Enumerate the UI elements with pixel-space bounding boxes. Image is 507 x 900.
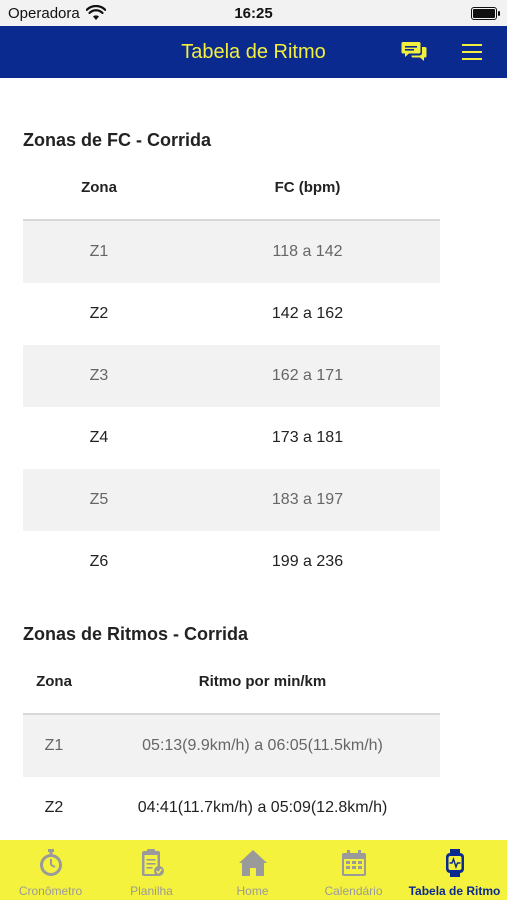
tab-planilha[interactable]: Planilha bbox=[101, 840, 202, 900]
battery-icon bbox=[471, 7, 500, 20]
ritmo-section-title: Zonas de Ritmos - Corrida bbox=[23, 624, 249, 644]
table-row: Z6 199 a 236 bbox=[23, 531, 440, 593]
tab-label: Cronômetro bbox=[18, 884, 83, 898]
zone-cell: Z5 bbox=[89, 491, 109, 508]
table-row: Z3 162 a 171 bbox=[23, 345, 440, 407]
zone-cell: Z1 bbox=[89, 243, 109, 260]
fc-section-title: Zonas de FC - Corrida bbox=[23, 130, 212, 150]
ritmo-table: Zona Ritmo por min/km Z1 05:13(9.9km/h) … bbox=[23, 651, 440, 839]
tab-bar: Cronômetro Planilha Home Calendário Tabe… bbox=[0, 840, 507, 900]
table-row: Z1 118 a 142 bbox=[23, 221, 440, 283]
tab-home[interactable]: Home bbox=[202, 840, 303, 900]
zone-cell: Z4 bbox=[89, 429, 109, 446]
tab-cronometro[interactable]: Cronômetro bbox=[0, 840, 101, 900]
zone-cell: Z3 bbox=[89, 367, 109, 384]
tab-label: Tabela de Ritmo bbox=[408, 884, 501, 898]
tab-label: Calendário bbox=[324, 884, 383, 898]
fc-table: Zona FC (bpm) Z1 118 a 142 Z2 142 a 162 … bbox=[23, 157, 440, 593]
tab-calendario[interactable]: Calendário bbox=[303, 840, 404, 900]
ritmo-header-pace: Ritmo por min/km bbox=[198, 673, 327, 690]
zone-cell: Z2 bbox=[89, 305, 109, 322]
clipboard-icon bbox=[142, 849, 164, 876]
bpm-cell: 173 a 181 bbox=[271, 429, 344, 446]
zone-cell: Z1 bbox=[44, 737, 64, 754]
bpm-cell: 162 a 171 bbox=[271, 367, 344, 384]
home-icon bbox=[239, 850, 267, 876]
table-row: Z1 05:13(9.9km/h) a 06:05(11.5km/h) bbox=[23, 715, 440, 777]
tab-label: Home bbox=[236, 884, 269, 898]
pace-cell: 05:13(9.9km/h) a 06:05(11.5km/h) bbox=[142, 737, 383, 754]
bpm-cell: 142 a 162 bbox=[271, 305, 344, 322]
fc-table-header: Zona FC (bpm) bbox=[23, 157, 440, 221]
table-row: Z5 183 a 197 bbox=[23, 469, 440, 531]
table-row: Z2 142 a 162 bbox=[23, 283, 440, 345]
tab-tabela-de-ritmo[interactable]: Tabela de Ritmo bbox=[404, 840, 505, 900]
status-bar: Operadora 16:25 bbox=[0, 0, 507, 26]
tab-label: Planilha bbox=[130, 884, 173, 898]
table-row: Z4 173 a 181 bbox=[23, 407, 440, 469]
fc-header-bpm: FC (bpm) bbox=[274, 179, 341, 196]
clock: 16:25 bbox=[234, 5, 273, 22]
bpm-cell: 199 a 236 bbox=[271, 553, 344, 570]
fc-header-zona: Zona bbox=[81, 179, 117, 196]
zone-cell: Z2 bbox=[44, 799, 64, 816]
calendar-icon bbox=[342, 850, 366, 876]
ritmo-header-zona: Zona bbox=[36, 673, 72, 690]
zone-cell: Z6 bbox=[89, 553, 109, 570]
bpm-cell: 118 a 142 bbox=[272, 243, 343, 260]
stopwatch-icon bbox=[40, 849, 62, 876]
menu-icon[interactable] bbox=[461, 42, 483, 62]
table-row: Z2 04:41(11.7km/h) a 05:09(12.8km/h) bbox=[23, 777, 440, 839]
chat-icon[interactable] bbox=[401, 41, 427, 63]
pace-cell: 04:41(11.7km/h) a 05:09(12.8km/h) bbox=[137, 799, 388, 816]
nav-header: Tabela de Ritmo bbox=[0, 26, 507, 78]
smartwatch-icon bbox=[446, 849, 464, 877]
bpm-cell: 183 a 197 bbox=[271, 491, 344, 508]
ritmo-table-header: Zona Ritmo por min/km bbox=[23, 651, 440, 715]
page-title: Tabela de Ritmo bbox=[181, 41, 326, 63]
content-area[interactable]: Zonas de FC - Corrida Zona FC (bpm) Z1 1… bbox=[0, 78, 507, 840]
